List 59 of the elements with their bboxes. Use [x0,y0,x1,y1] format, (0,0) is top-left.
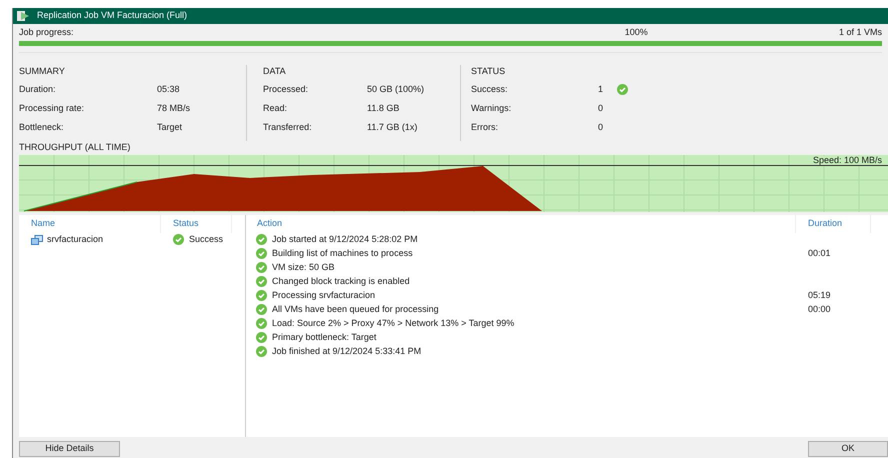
window-title: Replication Job VM Facturacion (Full) [37,9,188,22]
success-icon [256,332,267,343]
field-value: 78 MB/s [157,102,190,115]
field-label: Bottleneck: [19,120,65,134]
log-action: Primary bottleneck: Target [272,330,376,344]
success-icon [256,290,267,301]
log-action: Building list of machines to process [272,246,413,260]
log-action: Job started at 9/12/2024 5:28:02 PM [272,232,418,246]
success-icon [617,84,628,95]
log-action: Load: Source 2% > Proxy 47% > Network 13% > Target 99% [272,316,514,330]
vm-status: Success [189,232,224,246]
progress-percent: 100% [624,26,648,40]
log-action: All VMs have been queued for processing [272,302,439,316]
field-value: 50 GB (100%) [367,82,424,96]
log-action: Job finished at 9/12/2024 5:33:41 PM [272,344,422,358]
column-header[interactable]: Duration [808,216,842,230]
section-title: DATA [263,66,286,76]
column-header[interactable]: Status [173,216,199,230]
progress-label: Job progress: [19,26,74,40]
log-duration: 00:00 [807,302,831,316]
field-value: 0 [598,120,604,134]
play-icon [17,11,29,21]
section-title: STATUS [471,66,506,76]
log-action: Processing srvfacturacion [272,288,376,302]
field-value: 1 [598,82,604,96]
log-duration: 05:19 [807,288,831,302]
success-icon [256,262,267,273]
section-title: SUMMARY [19,66,65,76]
field-value: 05:38 [157,82,180,96]
chart-title: THROUGHPUT (ALL TIME) [19,142,130,152]
field-label: Processed: [263,82,310,96]
log-duration: 00:01 [807,246,831,260]
success-icon [256,304,267,315]
success-icon [256,318,267,329]
field-value: 11.8 GB [367,102,400,115]
ok-button[interactable]: OK [808,440,888,456]
server-icon [31,234,43,244]
field-label: Transferred: [263,120,313,134]
log-action: Changed block tracking is enabled [272,274,410,288]
field-label: Success: [471,82,509,96]
field-label: Read: [263,102,288,115]
success-icon [256,234,267,245]
success-icon [173,234,184,245]
field-label: Processing rate: [19,102,86,115]
field-label: Duration: [19,82,57,96]
column-header[interactable]: Name [31,216,56,230]
success-icon [256,346,267,357]
field-label: Errors: [471,120,499,134]
success-icon [256,248,267,259]
field-label: Warnings: [471,102,512,115]
success-icon [256,276,267,287]
field-value: Target [157,120,182,134]
field-value: 0 [598,102,604,115]
log-action: VM size: 50 GB [272,260,335,274]
hide-details-button[interactable]: Hide Details [19,440,120,456]
progress-count: 1 of 1 VMs [838,26,882,40]
column-header[interactable]: Action [257,216,282,230]
field-value: 11.7 GB (1x) [367,120,418,134]
vm-name[interactable]: srvfacturacion [47,232,104,246]
